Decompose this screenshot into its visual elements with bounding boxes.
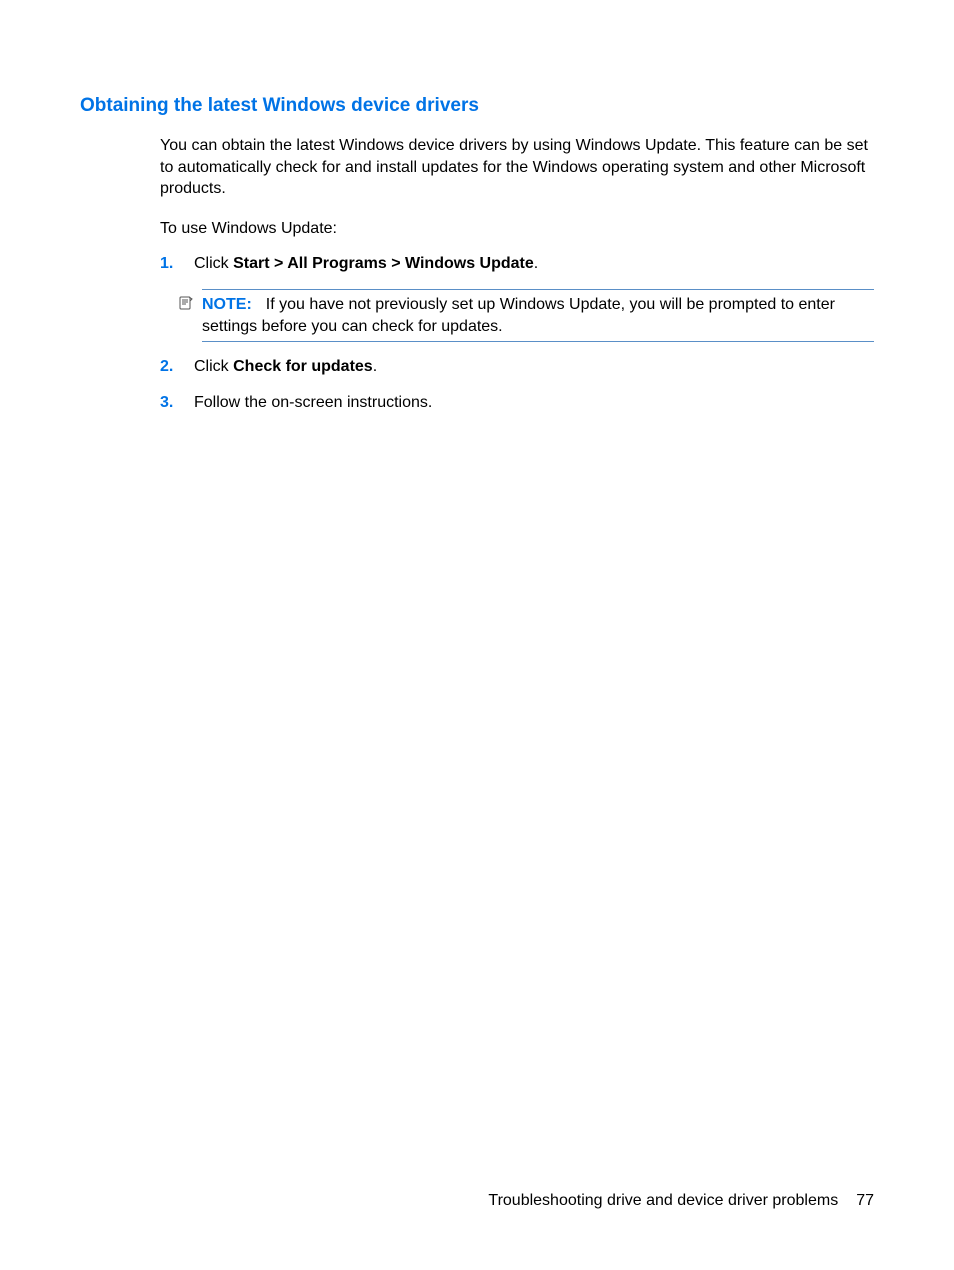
note-text: NOTE:If you have not previously set up W… (202, 289, 874, 342)
section-heading: Obtaining the latest Windows device driv… (80, 95, 874, 117)
step-1: 1. Click Start > All Programs > Windows … (160, 253, 874, 275)
step-2: 2. Click Check for updates. (160, 356, 874, 378)
step-text-prefix: Click (194, 358, 233, 375)
intro-paragraph: You can obtain the latest Windows device… (160, 135, 874, 200)
step-number: 3. (160, 392, 194, 414)
page-number: 77 (856, 1192, 874, 1210)
step-content: Click Check for updates. (194, 356, 874, 378)
note-icon (178, 295, 196, 318)
step-text-prefix: Follow the on-screen instructions. (194, 394, 432, 411)
step-number: 1. (160, 253, 194, 275)
step-text-bold: Start > All Programs > Windows Update (233, 255, 534, 272)
note-label: NOTE: (202, 296, 252, 313)
step-text-suffix: . (373, 358, 377, 375)
step-text-suffix: . (534, 255, 538, 272)
note-block: NOTE:If you have not previously set up W… (178, 289, 874, 342)
step-3: 3. Follow the on-screen instructions. (160, 392, 874, 414)
body-content: You can obtain the latest Windows device… (160, 135, 874, 413)
step-text-prefix: Click (194, 255, 233, 272)
lead-paragraph: To use Windows Update: (160, 218, 874, 240)
step-number: 2. (160, 356, 194, 378)
step-text-bold: Check for updates (233, 358, 373, 375)
note-body: If you have not previously set up Window… (202, 296, 835, 335)
step-content: Follow the on-screen instructions. (194, 392, 874, 414)
document-page: Obtaining the latest Windows device driv… (0, 0, 954, 413)
footer-section-title: Troubleshooting drive and device driver … (488, 1192, 838, 1210)
page-footer: Troubleshooting drive and device driver … (488, 1192, 874, 1210)
step-content: Click Start > All Programs > Windows Upd… (194, 253, 874, 275)
